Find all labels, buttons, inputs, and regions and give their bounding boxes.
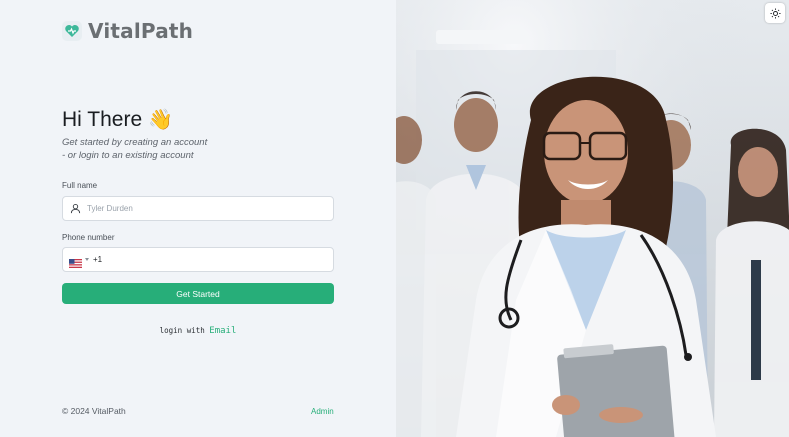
page-title: Hi There [62, 108, 143, 131]
doctors-photo [396, 0, 789, 437]
sun-icon [769, 7, 781, 19]
full-name-field[interactable]: Tyler Durden [62, 196, 334, 221]
us-flag-icon[interactable] [69, 255, 82, 268]
phone-label: Phone number [62, 233, 115, 242]
hero-image [396, 0, 789, 437]
theme-toggle-button[interactable] [765, 3, 785, 23]
full-name-placeholder: Tyler Durden [87, 204, 133, 213]
get-started-button[interactable]: Get Started [62, 283, 334, 304]
chevron-down-icon[interactable] [85, 258, 89, 261]
footer-copyright: © 2024 VitalPath [62, 406, 126, 416]
admin-link[interactable]: Admin [311, 407, 334, 416]
subtitle-line-1: Get started by creating an account [62, 137, 208, 148]
brand-logo: VitalPath [62, 19, 193, 43]
waving-hand-icon: 👋 [148, 109, 174, 131]
alt-login-prefix: login with [159, 326, 205, 335]
greeting: Hi There 👋 [62, 108, 173, 132]
auth-panel: VitalPath Hi There 👋 Get started by crea… [0, 0, 396, 437]
full-name-label: Full name [62, 181, 98, 190]
brand-name: VitalPath [88, 19, 194, 43]
user-icon [63, 203, 87, 214]
phone-field[interactable]: +1 [62, 247, 334, 272]
subtitle-line-2: - or login to an existing account [62, 150, 194, 161]
logo-heart-icon [62, 21, 82, 41]
email-login-link[interactable]: Email [209, 326, 236, 336]
page-subtitle: Get started by creating an account - or … [62, 136, 322, 162]
phone-country-code: +1 [93, 255, 103, 264]
alt-login: login with Email [0, 326, 396, 336]
